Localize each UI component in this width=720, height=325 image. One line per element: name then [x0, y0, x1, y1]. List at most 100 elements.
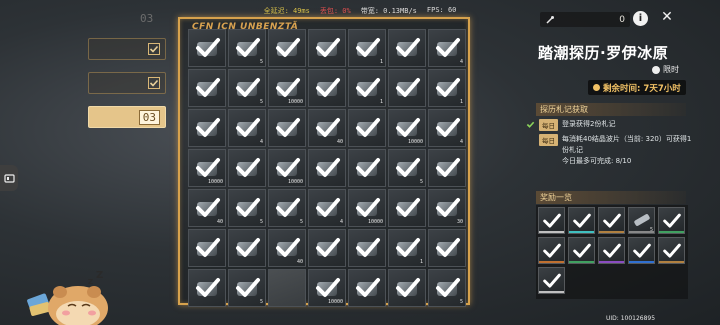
- item-quantity: 10000: [407, 139, 423, 145]
- check-icon: [273, 113, 303, 143]
- info-icon[interactable]: i: [633, 11, 648, 26]
- check-icon: [353, 153, 383, 183]
- board-cell[interactable]: [228, 229, 266, 267]
- side-drawer-tab[interactable]: [0, 165, 18, 191]
- board-cell[interactable]: [348, 109, 386, 147]
- stage-row-1[interactable]: [88, 38, 166, 60]
- mascot-hamster-image: Z Z: [27, 270, 108, 325]
- check-icon: [353, 73, 383, 103]
- item-quantity: 5: [259, 59, 263, 65]
- daily-badge: 每日: [539, 134, 558, 146]
- board-cell[interactable]: [388, 269, 426, 307]
- check-icon: [273, 33, 303, 63]
- board-cell[interactable]: [188, 109, 226, 147]
- board-cell[interactable]: 40: [308, 109, 346, 147]
- reward-cell[interactable]: [568, 207, 595, 234]
- stage-number: 03: [138, 109, 160, 125]
- reward-cell[interactable]: [538, 207, 565, 234]
- board-cell[interactable]: 4: [308, 189, 346, 227]
- board-cell[interactable]: 1: [388, 229, 426, 267]
- reward-cell[interactable]: [628, 237, 655, 264]
- board-cell[interactable]: 10000: [388, 109, 426, 147]
- board-cell[interactable]: 10000: [348, 189, 386, 227]
- item-quantity: 40: [296, 259, 303, 265]
- stage-row-2[interactable]: [88, 72, 166, 94]
- item-quantity: 10000: [207, 179, 223, 185]
- reward-cell[interactable]: 5: [628, 207, 655, 234]
- item-quantity: 5: [459, 299, 463, 305]
- check-icon: [393, 273, 423, 303]
- board-cell[interactable]: [228, 149, 266, 187]
- rewards-section-header: 奖励一览: [536, 191, 686, 204]
- reward-cell[interactable]: [568, 237, 595, 264]
- board-cell[interactable]: [268, 109, 306, 147]
- board-cell[interactable]: [308, 229, 346, 267]
- check-icon: [148, 77, 160, 89]
- board-cell[interactable]: [188, 269, 226, 307]
- board-cell[interactable]: 10000: [268, 149, 306, 187]
- timer-icon: [593, 84, 600, 91]
- board-cell[interactable]: 40: [188, 189, 226, 227]
- item-quantity: 5: [419, 179, 423, 185]
- currency-display: 0: [540, 12, 630, 27]
- board-cell[interactable]: 5: [428, 269, 466, 307]
- board-cell[interactable]: [348, 149, 386, 187]
- board-cell[interactable]: [348, 229, 386, 267]
- board-cell[interactable]: 1: [348, 69, 386, 107]
- item-quantity: 10000: [287, 99, 303, 105]
- board-cell[interactable]: [308, 69, 346, 107]
- board-cell[interactable]: [388, 189, 426, 227]
- sidebar-toggle-icon: [3, 173, 15, 183]
- reward-cell[interactable]: [658, 207, 685, 234]
- check-icon: [193, 233, 223, 263]
- board-cell[interactable]: 4: [428, 29, 466, 67]
- board-cell[interactable]: 4: [428, 109, 466, 147]
- board-cell[interactable]: 1: [428, 69, 466, 107]
- board-cell[interactable]: 40: [268, 229, 306, 267]
- close-icon[interactable]: ✕: [660, 10, 674, 24]
- stage-row-3[interactable]: 03: [88, 106, 166, 128]
- board-cell[interactable]: 1: [348, 29, 386, 67]
- board-cell-empty[interactable]: [268, 269, 306, 307]
- board-cell[interactable]: 5: [228, 189, 266, 227]
- board-cell[interactable]: [268, 29, 306, 67]
- board-cell[interactable]: 5: [228, 269, 266, 307]
- board-cell[interactable]: [348, 269, 386, 307]
- board-cell[interactable]: 30: [428, 189, 466, 227]
- check-icon: [353, 113, 383, 143]
- board-cell[interactable]: [188, 69, 226, 107]
- reward-cell[interactable]: [658, 237, 685, 264]
- check-icon: [571, 240, 593, 262]
- item-quantity: 1: [379, 59, 383, 65]
- reward-cell[interactable]: [538, 237, 565, 264]
- check-icon: [233, 273, 263, 303]
- board-cell[interactable]: [428, 229, 466, 267]
- board-cell[interactable]: 5: [268, 189, 306, 227]
- board-cell[interactable]: [428, 149, 466, 187]
- board-cell[interactable]: 5: [228, 69, 266, 107]
- board-cell[interactable]: 10000: [188, 149, 226, 187]
- check-icon: [541, 210, 563, 232]
- board-cell[interactable]: 10000: [308, 269, 346, 307]
- task-text: 登录获得2份札记: [562, 120, 616, 128]
- board-cell[interactable]: [388, 69, 426, 107]
- board-cell[interactable]: 5: [388, 149, 426, 187]
- board-cell[interactable]: [388, 29, 426, 67]
- board-cell[interactable]: 5: [228, 29, 266, 67]
- check-icon: [631, 240, 653, 262]
- timer-label: 剩余时间:: [603, 83, 641, 94]
- check-icon: [193, 273, 223, 303]
- reward-cell[interactable]: [538, 267, 565, 294]
- item-quantity: 1: [419, 259, 423, 265]
- board-cell[interactable]: [308, 29, 346, 67]
- board-cell[interactable]: [188, 29, 226, 67]
- board-cell[interactable]: 10000: [268, 69, 306, 107]
- check-icon: [193, 73, 223, 103]
- board-cell[interactable]: 4: [228, 109, 266, 147]
- reward-cell[interactable]: [598, 207, 625, 234]
- board-cell[interactable]: [188, 229, 226, 267]
- rarity-bar: [539, 261, 564, 263]
- reward-cell[interactable]: [598, 237, 625, 264]
- board-cell[interactable]: [308, 149, 346, 187]
- item-quantity: 5: [259, 219, 263, 225]
